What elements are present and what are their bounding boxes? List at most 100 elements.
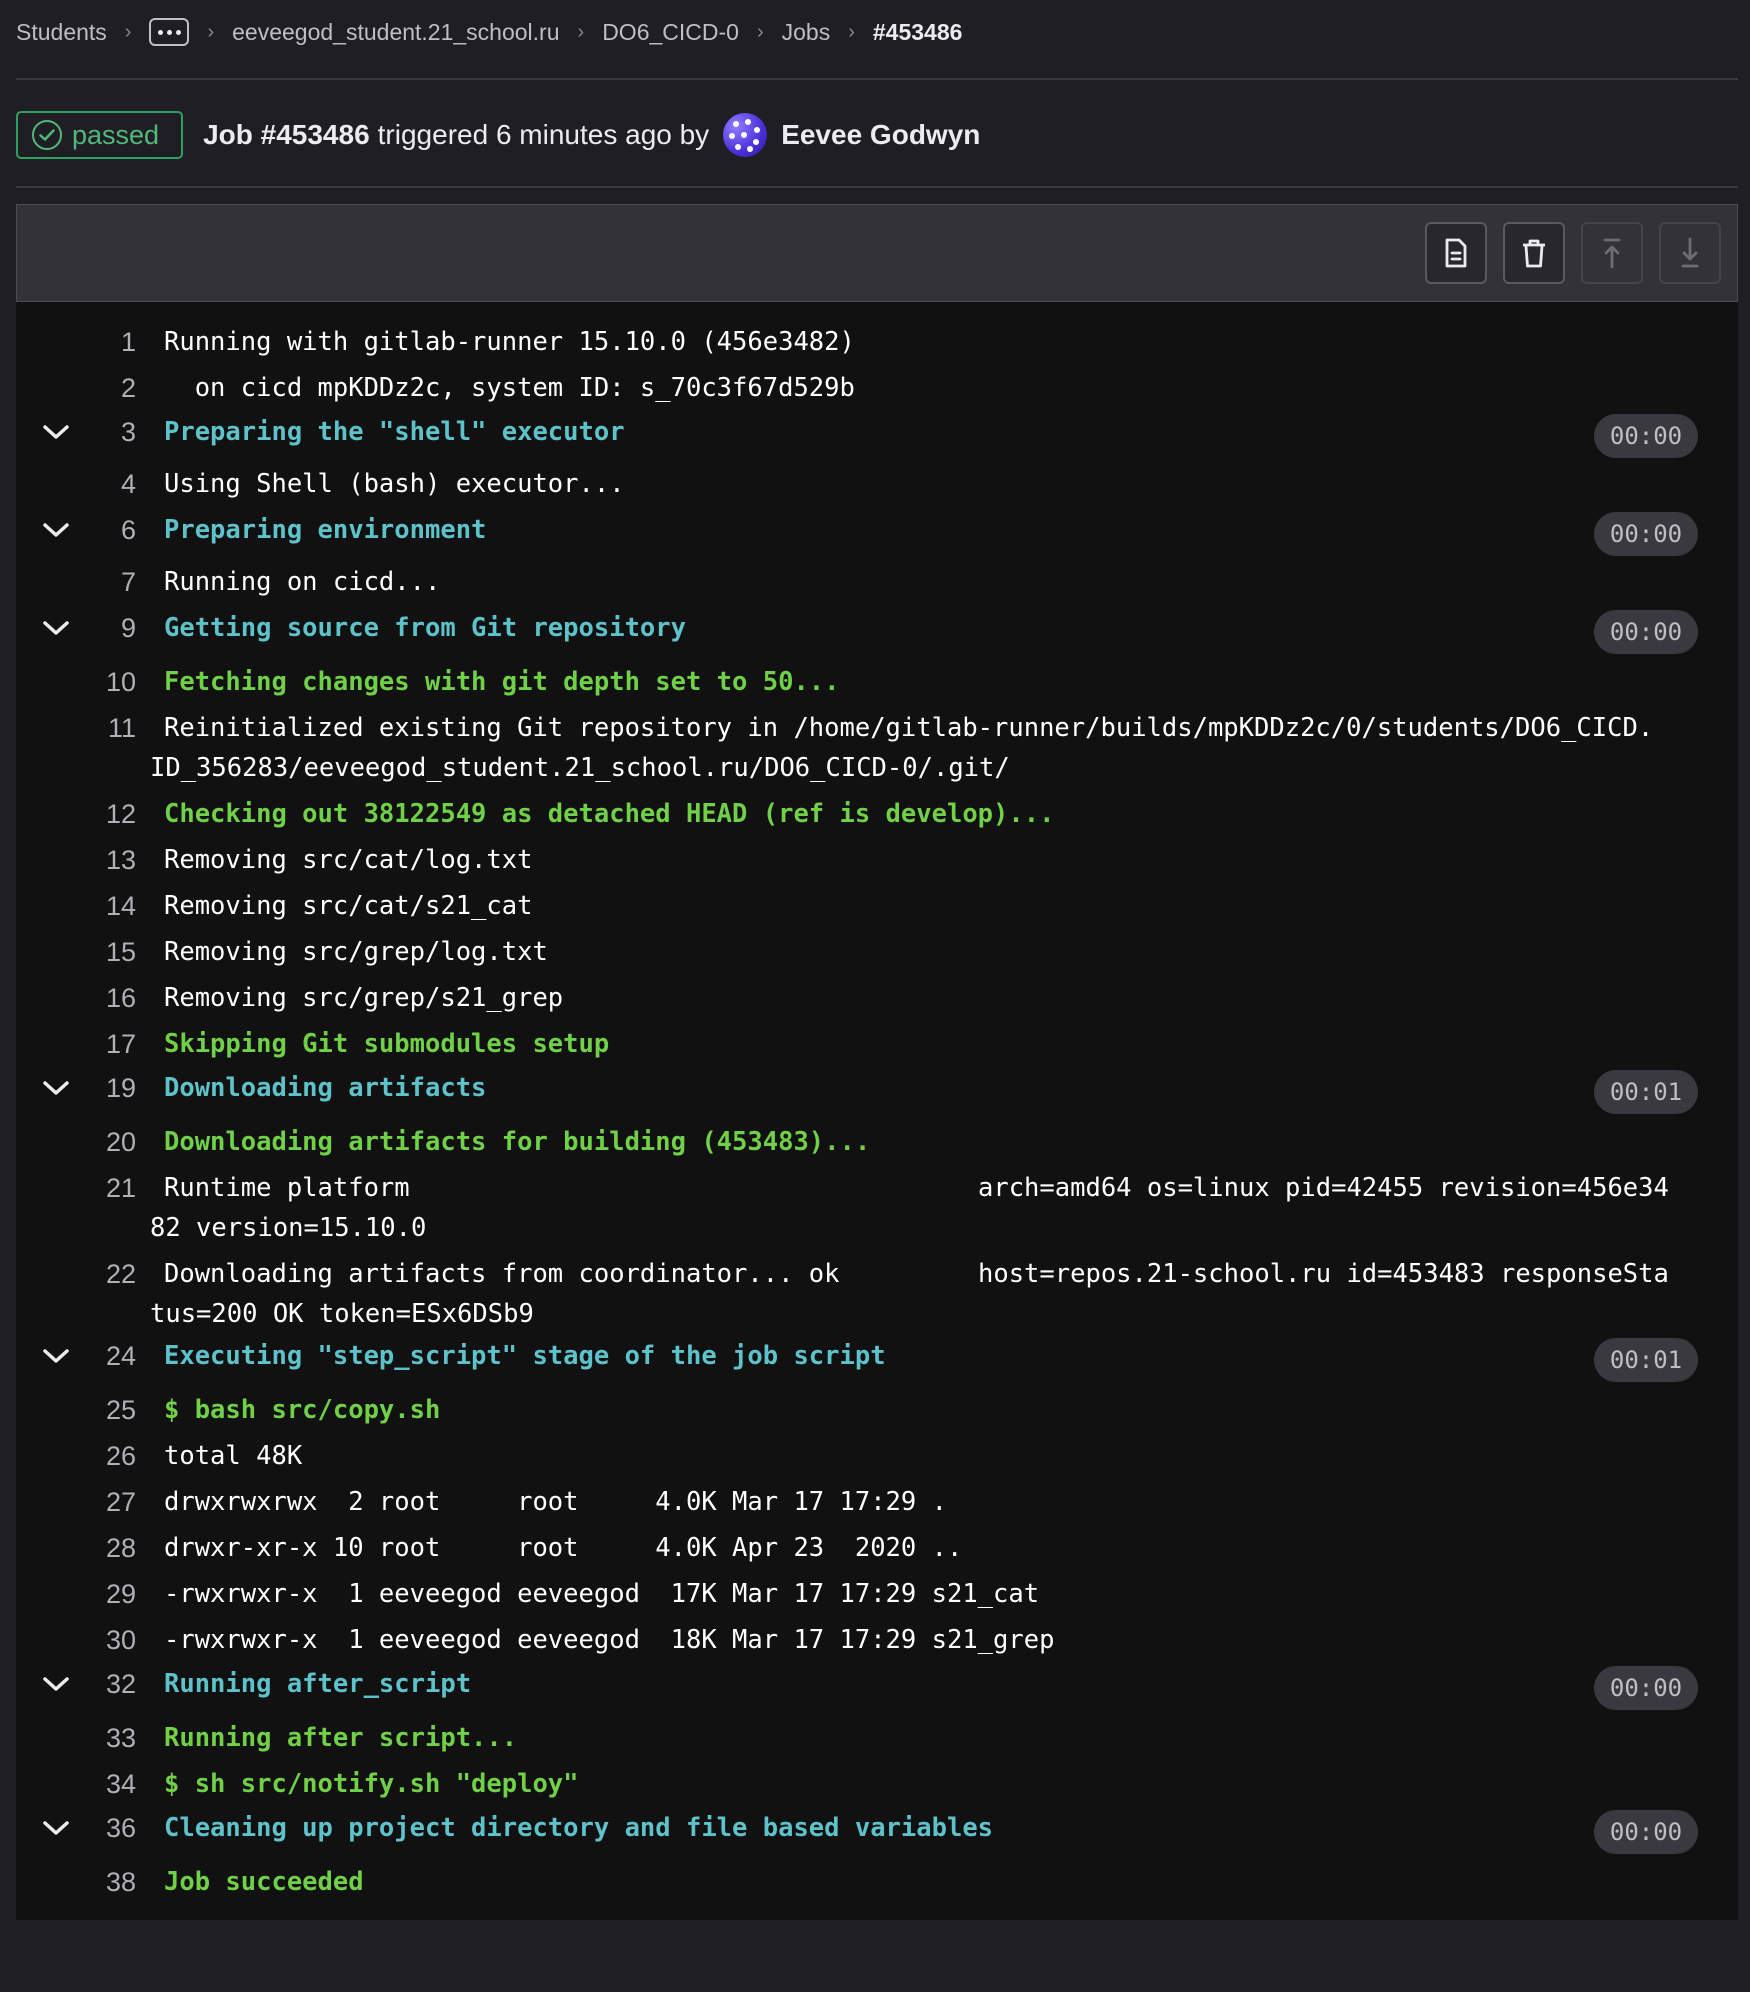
log-text: $ sh src/notify.sh "deploy" <box>164 1769 579 1799</box>
line-number[interactable]: 24 <box>56 1336 136 1376</box>
line-number[interactable]: 21 <box>56 1168 136 1208</box>
log-text: Skipping Git submodules setup <box>164 1029 610 1059</box>
line-number[interactable]: 12 <box>56 794 136 834</box>
section-title: Preparing environment <box>164 515 487 545</box>
log-text: Running on cicd... <box>164 567 441 597</box>
chevron-right-icon: › <box>124 20 132 43</box>
line-number[interactable]: 10 <box>56 662 136 702</box>
line-number[interactable]: 1 <box>56 322 136 362</box>
log-text: Job succeeded <box>164 1867 364 1897</box>
document-icon <box>1445 238 1467 268</box>
line-number[interactable]: 32 <box>56 1664 136 1704</box>
section-title: Preparing the "shell" executor <box>164 417 625 447</box>
breadcrumb-current-job[interactable]: #453486 <box>873 19 963 46</box>
section-duration-badge: 00:00 <box>1594 610 1698 654</box>
user-link[interactable]: Eevee Godwyn <box>781 119 980 151</box>
log-text: Removing src/cat/log.txt <box>164 845 533 875</box>
line-number[interactable]: 3 <box>56 412 136 452</box>
breadcrumb-jobs[interactable]: Jobs <box>782 19 831 46</box>
section-duration-badge: 00:00 <box>1594 1666 1698 1710</box>
log-text: Removing src/cat/s21_cat <box>164 891 533 921</box>
log-text: Removing src/grep/s21_grep <box>164 983 564 1013</box>
erase-log-button[interactable] <box>1503 222 1565 284</box>
log-text: Downloading artifacts for building (4534… <box>164 1127 871 1157</box>
line-number[interactable]: 6 <box>56 510 136 550</box>
log-text: Runtime platform <box>164 1173 410 1203</box>
divider <box>16 78 1738 80</box>
breadcrumb-namespace[interactable]: eeveegod_student.21_school.ru <box>232 19 559 46</box>
line-number[interactable]: 15 <box>56 932 136 972</box>
line-number[interactable]: 7 <box>56 562 136 602</box>
chevron-right-icon: › <box>577 20 585 43</box>
section-title: Running after_script <box>164 1669 472 1699</box>
log-text: Running after script... <box>164 1723 518 1753</box>
log-text: host=repos.21-school.ru id=453483 respon… <box>978 1259 1669 1289</box>
chevron-right-icon: › <box>848 20 855 43</box>
section-duration-badge: 00:00 <box>1594 1810 1698 1854</box>
line-number[interactable]: 28 <box>56 1528 136 1568</box>
section-title: Downloading artifacts <box>164 1073 487 1103</box>
breadcrumb: Students › › eeveegod_student.21_school.… <box>16 14 962 50</box>
status-label: passed <box>72 119 160 150</box>
scroll-to-top-button[interactable] <box>1581 222 1643 284</box>
chevron-right-icon: › <box>756 20 764 43</box>
log-text: Fetching changes with git depth set to 5… <box>164 667 840 697</box>
log-text: Reinitialized existing Git repository in… <box>164 713 1654 743</box>
line-number[interactable]: 22 <box>56 1254 136 1294</box>
line-number[interactable]: 34 <box>56 1764 136 1804</box>
job-page: Students › › eeveegod_student.21_school.… <box>0 0 1750 1992</box>
job-log-toolbar <box>16 204 1738 302</box>
section-duration-badge: 00:00 <box>1594 414 1698 458</box>
log-text: Using Shell (bash) executor... <box>164 469 625 499</box>
line-number[interactable]: 36 <box>56 1808 136 1848</box>
line-number[interactable]: 11 <box>56 708 136 748</box>
log-text: total 48K <box>164 1441 303 1471</box>
job-log: 1 Running with gitlab-runner 15.10.0 (45… <box>16 302 1738 1920</box>
log-text: $ bash src/copy.sh <box>164 1395 441 1425</box>
check-circle-icon <box>32 120 62 150</box>
log-text: Checking out 38122549 as detached HEAD (… <box>164 799 1055 829</box>
triggered-text: triggered 6 minutes ago by <box>377 119 710 150</box>
log-text: 82 version=15.10.0 <box>150 1213 427 1243</box>
section-duration-badge: 00:00 <box>1594 512 1698 556</box>
line-number[interactable]: 27 <box>56 1482 136 1522</box>
line-number[interactable]: 2 <box>56 368 136 408</box>
log-text: tus=200 OK token=ESx6DSb9 <box>150 1299 534 1329</box>
line-number[interactable]: 33 <box>56 1718 136 1758</box>
log-text: drwxrwxrwx 2 root root 4.0K Mar 17 17:29… <box>164 1487 947 1517</box>
breadcrumb-students[interactable]: Students <box>16 19 107 46</box>
job-id: Job #453486 <box>203 119 370 150</box>
line-number[interactable]: 30 <box>56 1620 136 1660</box>
section-duration-badge: 00:01 <box>1594 1338 1698 1382</box>
log-text: Removing src/grep/log.txt <box>164 937 548 967</box>
chevron-right-icon: › <box>207 20 215 43</box>
section-title: Cleaning up project directory and file b… <box>164 1813 994 1843</box>
line-number[interactable]: 9 <box>56 608 136 648</box>
section-title: Getting source from Git repository <box>164 613 686 643</box>
line-number[interactable]: 16 <box>56 978 136 1018</box>
line-number[interactable]: 4 <box>56 464 136 504</box>
log-text: arch=amd64 os=linux pid=42455 revision=4… <box>978 1173 1669 1203</box>
line-number[interactable]: 13 <box>56 840 136 880</box>
line-number[interactable]: 14 <box>56 886 136 926</box>
status-badge[interactable]: passed <box>16 111 184 159</box>
line-number[interactable]: 29 <box>56 1574 136 1614</box>
section-duration-badge: 00:01 <box>1594 1070 1698 1114</box>
line-number[interactable]: 25 <box>56 1390 136 1430</box>
log-text: on cicd mpKDDz2c, system ID: s_70c3f67d5… <box>164 373 855 403</box>
breadcrumb-project[interactable]: DO6_CICD-0 <box>602 19 739 46</box>
line-number[interactable]: 17 <box>56 1024 136 1064</box>
breadcrumb-ellipsis-button[interactable] <box>149 18 190 46</box>
line-number[interactable]: 26 <box>56 1436 136 1476</box>
log-text: Downloading artifacts from coordinator..… <box>164 1259 840 1289</box>
section-title: Executing "step_script" stage of the job… <box>164 1341 886 1371</box>
scroll-to-bottom-button[interactable] <box>1659 222 1721 284</box>
avatar[interactable] <box>723 113 768 157</box>
line-number[interactable]: 20 <box>56 1122 136 1162</box>
log-text: Running with gitlab-runner 15.10.0 (456e… <box>164 327 855 357</box>
log-text: drwxr-xr-x 10 root root 4.0K Apr 23 2020… <box>164 1533 963 1563</box>
show-raw-button[interactable] <box>1425 222 1487 284</box>
line-number[interactable]: 19 <box>56 1068 136 1108</box>
scroll-top-icon <box>1603 238 1621 269</box>
line-number[interactable]: 38 <box>56 1862 136 1902</box>
